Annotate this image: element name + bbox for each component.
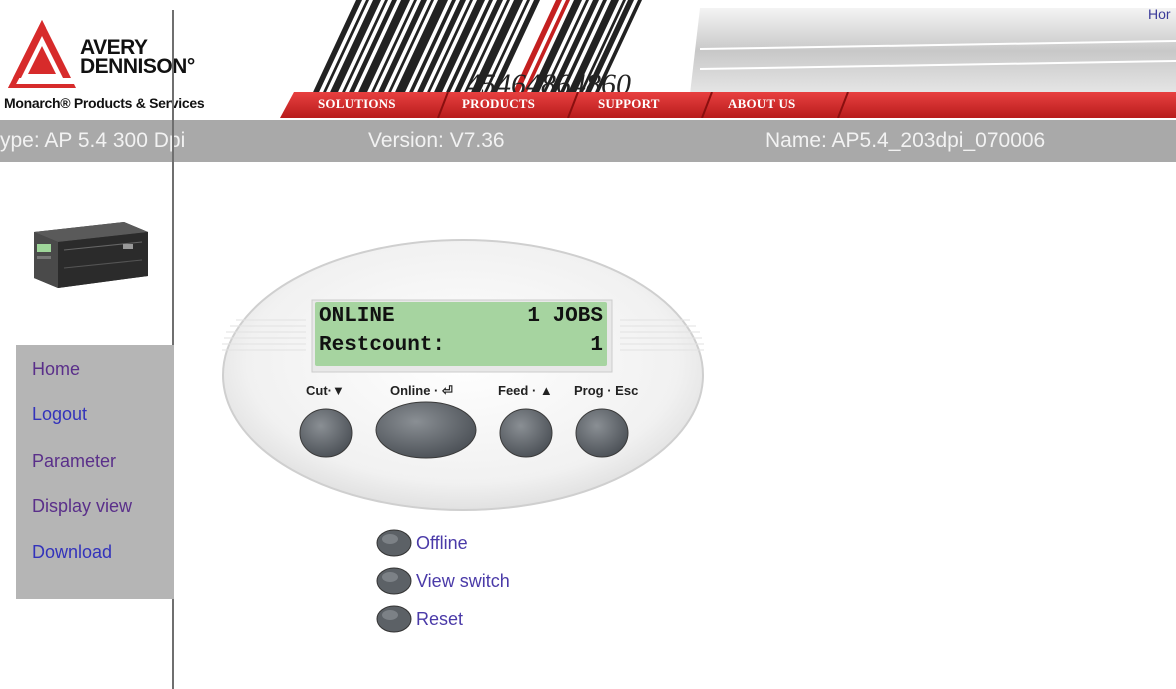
reset-label: Reset <box>416 608 464 629</box>
header-swoosh <box>690 8 1176 94</box>
sidenav-home[interactable]: Home <box>32 359 80 380</box>
online-button[interactable] <box>375 401 477 459</box>
cut-button[interactable] <box>299 408 353 458</box>
barcode-graphic: 45464864860 <box>311 0 642 100</box>
sidenav-parameter[interactable]: Parameter <box>32 451 116 472</box>
printer-info-bar: ype: AP 5.4 300 Dpi Version: V7.36 Name:… <box>0 120 1176 162</box>
view-switch-action[interactable]: View switch <box>376 567 510 595</box>
lcd-restcount-label: Restcount: <box>319 334 446 357</box>
page-header: AVERY DENNISON° Monarch® Products & Serv… <box>0 0 1176 120</box>
top-home-link[interactable]: Hor <box>1148 6 1171 22</box>
lcd-line1: ONLINE 1 JOBS <box>315 302 607 331</box>
lcd-jobs: 1 JOBS <box>527 305 603 328</box>
subbrand: Monarch® Products & Services <box>4 95 205 111</box>
brand-line2: DENNISON° <box>80 55 195 78</box>
offline-action[interactable]: Offline <box>376 529 468 557</box>
printer-name: Name: AP5.4_203dpi_070006 <box>765 129 1046 152</box>
lcd-status: ONLINE <box>319 305 395 328</box>
printer-control-panel <box>222 239 704 511</box>
sidenav-download[interactable]: Download <box>32 542 112 563</box>
cut-button-label: Cut·▼ <box>306 383 345 398</box>
sidenav-display-view[interactable]: Display view <box>32 496 132 517</box>
feed-button[interactable] <box>499 408 553 458</box>
nav-solutions[interactable]: SOLUTIONS <box>318 96 396 112</box>
lcd-restcount-value: 1 <box>590 334 603 357</box>
side-nav: Home Logout Parameter Display view Downl… <box>16 345 174 599</box>
lcd-line2: Restcount: 1 <box>315 331 607 360</box>
reset-action[interactable]: Reset <box>376 605 463 633</box>
printer-icon <box>34 222 148 288</box>
lcd-display: ONLINE 1 JOBS Restcount: 1 <box>315 302 607 366</box>
offline-label: Offline <box>416 532 468 553</box>
round-button-icon <box>376 567 412 595</box>
brand-name: AVERY DENNISON° <box>80 37 195 78</box>
sidenav-logout[interactable]: Logout <box>32 404 87 425</box>
feed-button-label: Feed · ▲ <box>498 383 553 398</box>
prog-button[interactable] <box>575 408 629 458</box>
nav-about-us[interactable]: ABOUT US <box>728 96 795 112</box>
nav-products[interactable]: PRODUCTS <box>462 96 535 112</box>
round-button-icon <box>376 605 412 633</box>
view-switch-label: View switch <box>416 570 510 591</box>
printer-type: ype: AP 5.4 300 Dpi <box>0 129 186 152</box>
online-button-label: Online · ⏎ <box>390 383 453 398</box>
prog-button-label: Prog · Esc <box>574 383 639 398</box>
round-button-icon <box>376 529 412 557</box>
avery-logo-icon <box>8 20 78 88</box>
printer-version: Version: V7.36 <box>368 129 505 152</box>
nav-support[interactable]: SUPPORT <box>598 96 660 112</box>
